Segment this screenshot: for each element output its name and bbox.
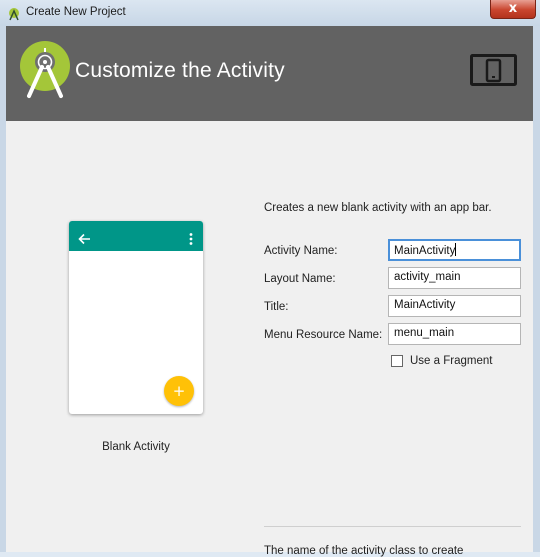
title-label: Title: (264, 301, 289, 313)
window-frame-right (533, 26, 540, 552)
layout-name-input[interactable]: activity_main (388, 267, 521, 289)
template-name-label: Blank Activity (102, 441, 170, 453)
preview-app-bar (69, 221, 203, 251)
use-fragment-checkbox[interactable] (391, 355, 403, 367)
page-title: Customize the Activity (75, 59, 285, 82)
title-input[interactable]: MainActivity (388, 295, 521, 317)
menu-resource-name-input[interactable]: menu_main (388, 323, 521, 345)
template-description: Creates a new blank activity with an app… (264, 202, 492, 214)
text-caret (455, 243, 457, 256)
activity-name-input[interactable]: MainActivity (388, 239, 521, 261)
help-divider (264, 526, 521, 527)
android-studio-logo (20, 40, 72, 104)
field-help-text: The name of the activity class to create (264, 545, 464, 557)
floating-action-button: + (164, 376, 194, 406)
menu-resource-name-label: Menu Resource Name: (264, 329, 383, 341)
back-arrow-icon (78, 230, 91, 249)
use-fragment-label[interactable]: Use a Fragment (410, 355, 492, 367)
close-window-button[interactable]: x (490, 0, 536, 19)
activity-name-value: MainActivity (394, 245, 456, 257)
window-title: Create New Project (26, 6, 126, 18)
layout-name-label: Layout Name: (264, 273, 336, 285)
activity-name-label: Activity Name: (264, 245, 338, 257)
overflow-menu-icon (189, 230, 193, 249)
form-factor-icon (470, 54, 518, 92)
wizard-content: + Blank Activity Creates a new blank act… (6, 121, 533, 557)
android-studio-icon (7, 6, 21, 25)
window-titlebar: Create New Project x (0, 0, 540, 26)
wizard-header: Customize the Activity (6, 26, 533, 121)
activity-preview: + (69, 221, 203, 414)
